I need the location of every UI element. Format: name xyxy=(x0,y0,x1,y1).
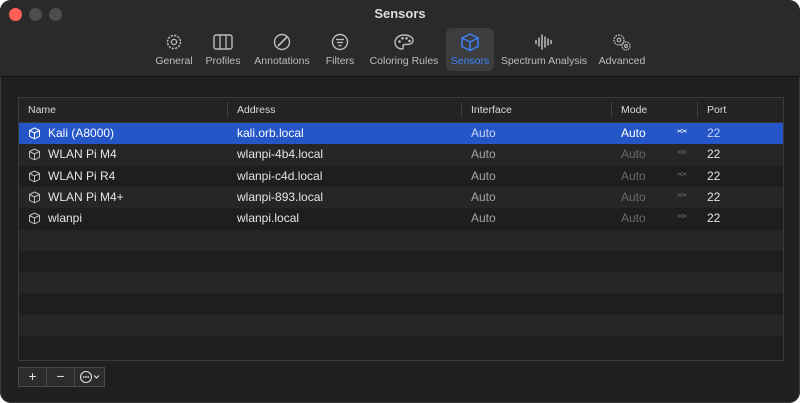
table-header: Name Address Interface Mode Port xyxy=(19,98,783,123)
tab-filters[interactable]: Filters xyxy=(318,28,362,71)
chevron-updown-icon[interactable]: ︿ ﹀ xyxy=(677,188,687,204)
sensor-cube-icon xyxy=(29,191,40,204)
sensor-port[interactable]: 22 xyxy=(707,147,720,161)
table-row[interactable]: wlanpi wlanpi.local Auto Auto ︿ ﹀ 22 xyxy=(19,208,783,229)
remove-sensor-button[interactable]: − xyxy=(47,367,75,387)
empty-row xyxy=(19,314,783,336)
gear-icon xyxy=(166,34,182,50)
sensor-address[interactable]: wlanpi.local xyxy=(237,211,299,225)
waveform-icon xyxy=(535,34,552,50)
cube-icon xyxy=(461,33,479,52)
preferences-window: Sensors General Profiles Annotations Fil… xyxy=(0,0,800,403)
sensor-interface[interactable]: Auto xyxy=(471,126,496,140)
tab-advanced[interactable]: Advanced xyxy=(594,28,650,71)
table-controls: + − xyxy=(18,367,105,387)
empty-row xyxy=(19,229,783,251)
sensor-name: wlanpi xyxy=(48,211,83,226)
table-row[interactable]: WLAN Pi M4 wlanpi-4b4.local Auto Auto ︿ ﹀… xyxy=(19,144,783,166)
sensor-address[interactable]: wlanpi-4b4.local xyxy=(237,147,323,161)
empty-row xyxy=(19,293,783,314)
sensor-mode-select[interactable]: Auto xyxy=(621,126,646,140)
gears-icon xyxy=(613,34,631,51)
tab-profiles[interactable]: Profiles xyxy=(200,28,246,71)
tab-general[interactable]: General xyxy=(150,28,198,71)
sensor-name: WLAN Pi M4 xyxy=(48,147,117,162)
sensor-port[interactable]: 22 xyxy=(707,211,720,225)
sensor-name: WLAN Pi M4+ xyxy=(48,189,124,204)
sensor-cube-icon xyxy=(29,148,40,161)
sensor-port[interactable]: 22 xyxy=(707,169,720,183)
sensor-address[interactable]: wlanpi-c4d.local xyxy=(237,169,322,183)
sensor-interface[interactable]: Auto xyxy=(471,190,496,204)
sensor-cube-icon xyxy=(29,212,40,225)
sensor-name: WLAN Pi R4 xyxy=(48,168,116,183)
chevron-updown-icon[interactable]: ︿ ﹀ xyxy=(677,210,687,226)
sensor-mode-select[interactable]: Auto xyxy=(621,190,646,204)
table-row[interactable]: WLAN Pi M4+ wlanpi-893.local Auto Auto ︿… xyxy=(19,186,783,209)
sensor-address[interactable]: wlanpi-893.local xyxy=(237,190,323,204)
column-header-port[interactable]: Port xyxy=(707,104,726,116)
sensor-port[interactable]: 22 xyxy=(707,126,720,140)
titlebar: Sensors General Profiles Annotations Fil… xyxy=(0,0,800,77)
column-header-interface[interactable]: Interface xyxy=(471,104,512,116)
chevron-updown-icon[interactable]: ︿ ﹀ xyxy=(677,125,687,141)
sensor-port[interactable]: 22 xyxy=(707,190,720,204)
columns-icon xyxy=(213,34,233,50)
window-title: Sensors xyxy=(374,6,426,21)
pen-circle-icon xyxy=(273,33,291,51)
tab-coloring-rules[interactable]: Coloring Rules xyxy=(366,28,442,71)
sensor-interface[interactable]: Auto xyxy=(471,147,496,161)
tab-spectrum-analysis[interactable]: Spectrum Analysis xyxy=(498,28,590,71)
sensor-interface[interactable]: Auto xyxy=(471,211,496,225)
tab-sensors[interactable]: Sensors xyxy=(446,28,494,71)
column-header-name[interactable]: Name xyxy=(28,104,56,116)
palette-icon xyxy=(394,34,414,50)
tab-annotations[interactable]: Annotations xyxy=(250,28,314,71)
sensor-name: Kali (A8000) xyxy=(48,126,115,140)
sensor-address[interactable]: kali.orb.local xyxy=(237,126,304,140)
sensor-mode-select[interactable]: Auto xyxy=(621,211,646,225)
sensor-mode-select[interactable]: Auto xyxy=(621,169,646,183)
empty-row xyxy=(19,272,783,294)
empty-row xyxy=(19,251,783,272)
filter-icon xyxy=(331,33,349,51)
sensor-mode-select[interactable]: Auto xyxy=(621,147,646,161)
column-header-address[interactable]: Address xyxy=(237,104,276,116)
empty-row xyxy=(19,336,783,357)
column-header-mode[interactable]: Mode xyxy=(621,104,647,116)
sensors-table: Name Address Interface Mode Port Kali (A… xyxy=(18,97,784,361)
more-actions-button[interactable] xyxy=(75,367,105,387)
sensor-cube-icon xyxy=(29,127,40,140)
table-row[interactable]: WLAN Pi R4 wlanpi-c4d.local Auto Auto ︿ ﹀… xyxy=(19,166,783,187)
chevron-updown-icon[interactable]: ︿ ﹀ xyxy=(677,146,687,162)
chevron-updown-icon[interactable]: ︿ ﹀ xyxy=(677,167,687,183)
sensor-cube-icon xyxy=(29,170,40,182)
table-row[interactable]: Kali (A8000) kali.orb.local Auto Auto ︿ ﹀… xyxy=(19,123,783,145)
add-sensor-button[interactable]: + xyxy=(18,367,47,387)
sensor-interface[interactable]: Auto xyxy=(471,169,496,183)
ellipsis-circle-icon xyxy=(79,370,99,384)
